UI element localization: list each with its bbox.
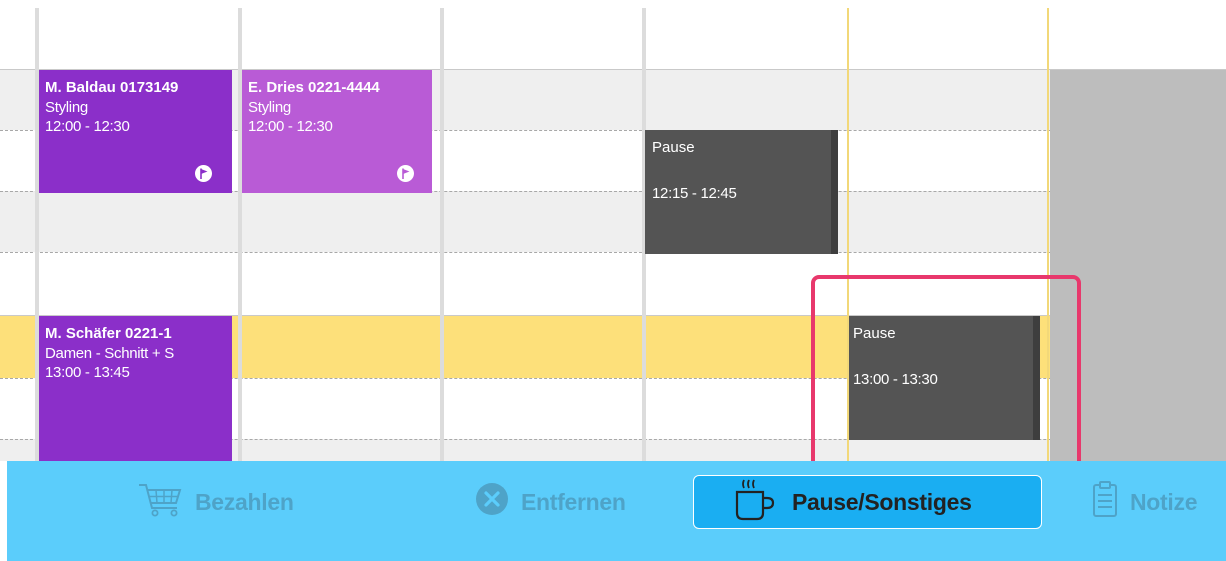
appointment-time: 12:00 - 12:30 [45, 118, 130, 135]
flag-icon[interactable] [195, 165, 212, 182]
pay-button-label: Bezahlen [195, 488, 294, 515]
pay-button[interactable]: Bezahlen [135, 475, 294, 529]
appointment-client: M. Schäfer 0221-1 [45, 325, 172, 342]
appointment-time: 13:00 - 13:45 [45, 364, 130, 381]
column-divider [440, 8, 444, 461]
appointment-time: 12:00 - 12:30 [248, 118, 333, 135]
pause-title: Pause [652, 139, 695, 156]
coffee-cup-icon [734, 476, 780, 528]
resize-handle[interactable] [831, 130, 838, 254]
time-slot-row[interactable] [0, 191, 1226, 252]
action-toolbar: Bezahlen Entfernen Pause/Sonstiges Notiz… [7, 461, 1226, 561]
appointment-client: M. Baldau 0173149 [45, 79, 179, 96]
pause-other-label: Pause/Sonstiges [792, 488, 972, 515]
notes-button-label: Notize [1130, 488, 1198, 515]
appointment-card[interactable]: M. Schäfer 0221-1 Damen - Schnitt + S 13… [39, 316, 232, 461]
remove-circle-icon [475, 482, 509, 522]
pause-time: 12:15 - 12:45 [652, 185, 737, 202]
pause-block[interactable]: Pause 12:15 - 12:45 [645, 130, 838, 254]
pause-other-button[interactable]: Pause/Sonstiges [693, 475, 1042, 529]
appointment-card[interactable]: M. Baldau 0173149 Styling 12:00 - 12:30 [39, 70, 232, 193]
quarter-line [0, 252, 1226, 253]
cart-icon [135, 479, 191, 525]
appointment-service: Styling [45, 99, 88, 116]
appointment-card[interactable]: E. Dries 0221-4444 Styling 12:00 - 12:30 [242, 70, 432, 193]
flag-icon[interactable] [397, 165, 414, 182]
clipboard-icon [1092, 480, 1118, 524]
notes-button[interactable]: Notize [1092, 475, 1198, 529]
appointment-service: Damen - Schnitt + S [45, 345, 174, 362]
highlight-box [811, 275, 1081, 471]
remove-button-label: Entfernen [521, 488, 626, 515]
appointment-client: E. Dries 0221-4444 [248, 79, 380, 96]
remove-button[interactable]: Entfernen [475, 475, 626, 529]
appointment-service: Styling [248, 99, 291, 116]
